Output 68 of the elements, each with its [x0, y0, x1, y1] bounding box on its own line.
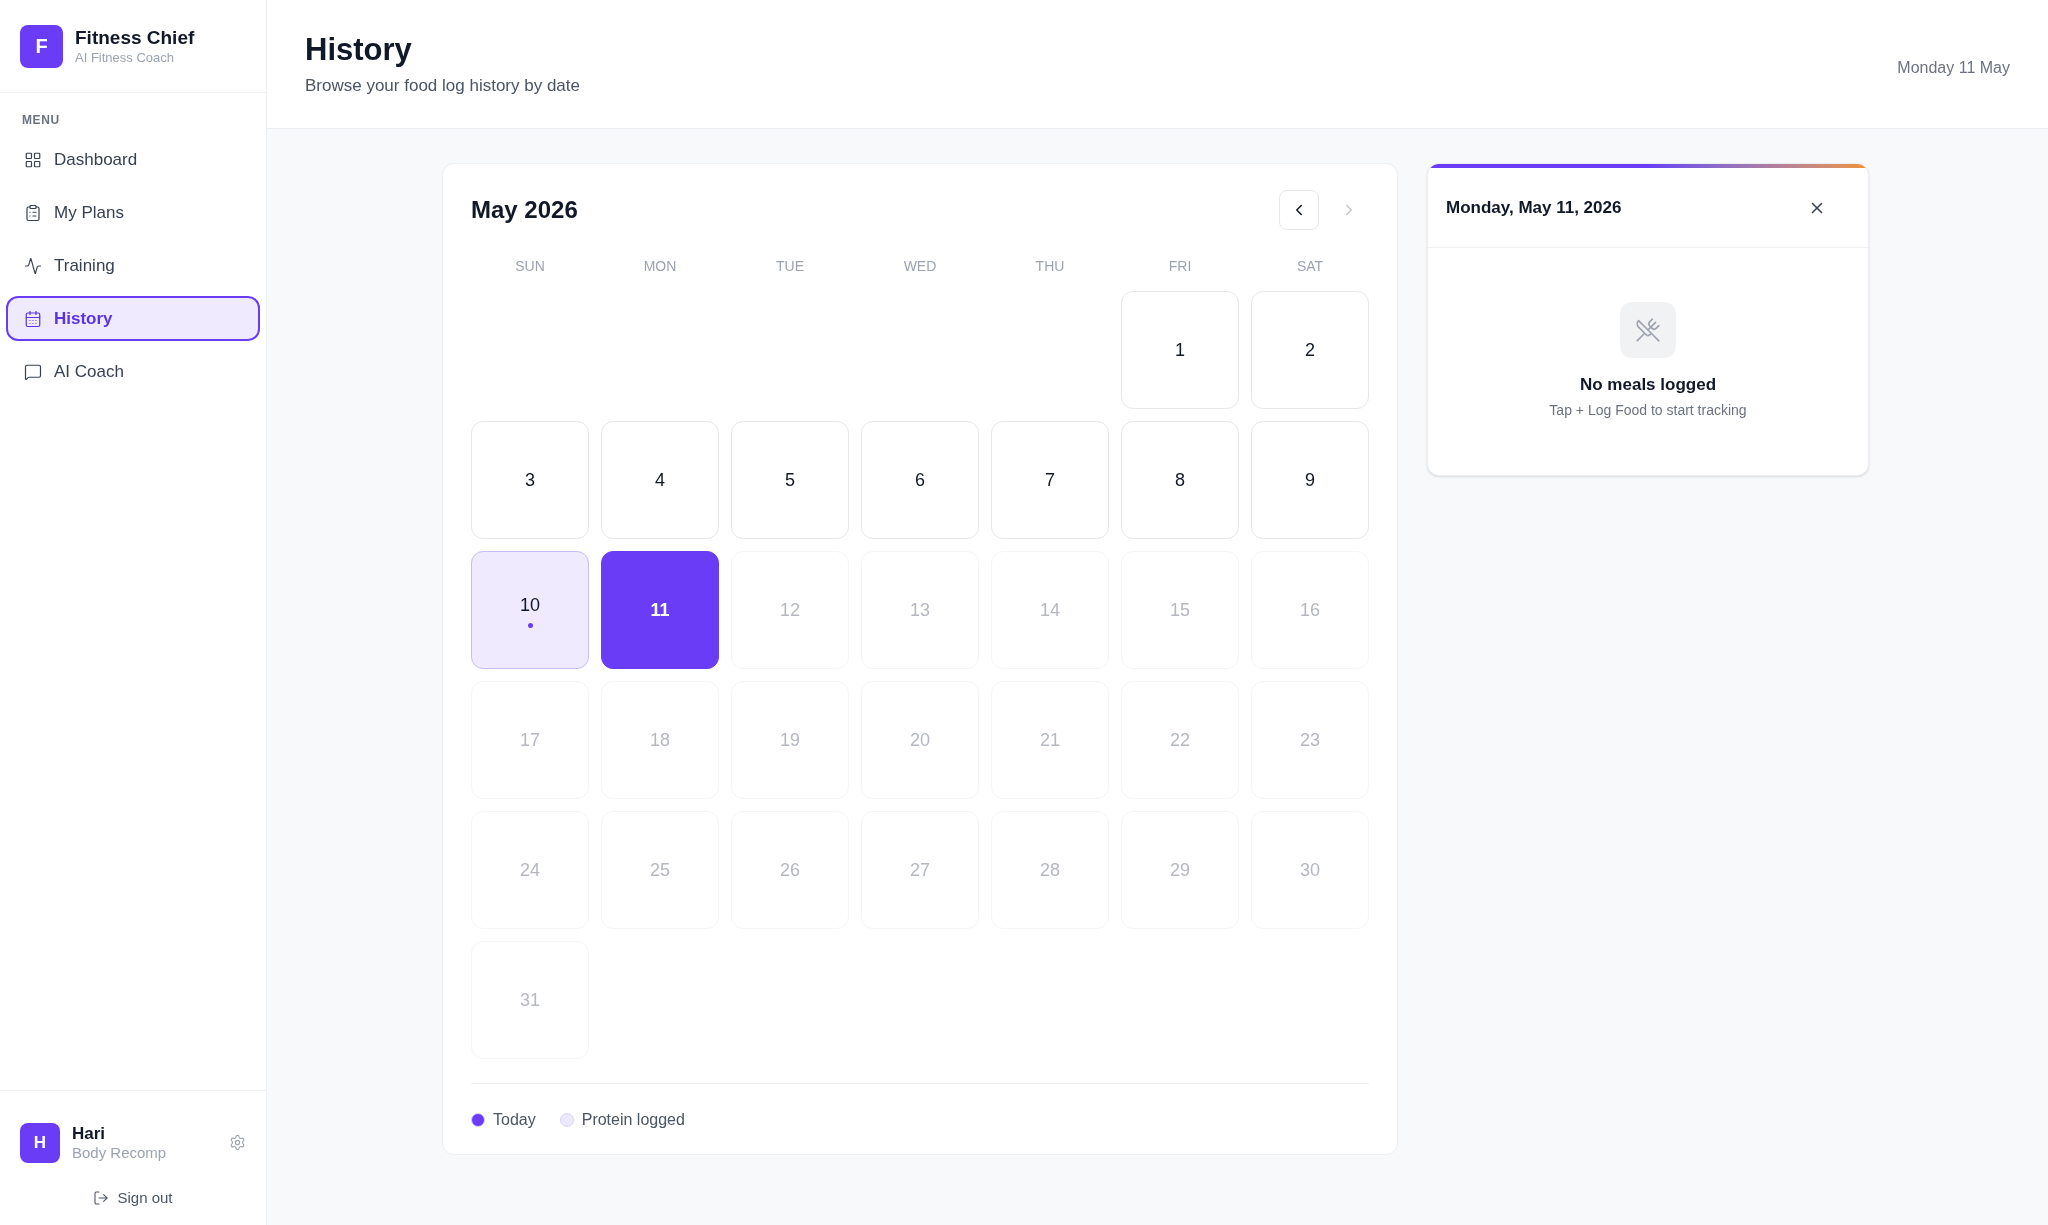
calendar-day[interactable]: 24	[471, 811, 589, 929]
calendar-day[interactable]: 18	[601, 681, 719, 799]
menu-heading: MENU	[21, 112, 61, 129]
calendar-day[interactable]: 12	[731, 551, 849, 669]
pulse-icon	[24, 256, 42, 275]
legend-label: Protein logged	[581, 1110, 685, 1130]
user-name: Hari	[72, 1122, 107, 1144]
calendar-day[interactable]: 30	[1251, 811, 1369, 929]
sign-out-link[interactable]: Sign out	[93, 1186, 173, 1209]
user-avatar: H	[20, 1122, 60, 1163]
brand-tagline: AI Fitness Coach	[75, 49, 175, 66]
calendar-day[interactable]: 17	[471, 681, 589, 799]
legend-label: Today	[493, 1110, 536, 1130]
calendar-day[interactable]: 28	[991, 811, 1109, 929]
detail-date: Monday, May 11, 2026	[1446, 196, 1622, 219]
calendar-day[interactable]: 7	[991, 421, 1109, 539]
calendar-day[interactable]: 1	[1121, 291, 1239, 409]
calendar-day[interactable]: 23	[1251, 681, 1369, 799]
calendar-day[interactable]: 8	[1121, 421, 1239, 539]
calendar-day[interactable]: 31	[471, 941, 589, 1059]
calendar-day[interactable]: 22	[1121, 681, 1239, 799]
calendar-day[interactable]: 3	[471, 421, 589, 539]
weekday-label: SUN	[514, 257, 546, 276]
sidebar-item[interactable]: Training	[6, 243, 260, 288]
calendar-day[interactable]: 2	[1251, 291, 1369, 409]
weekday-label: SAT	[1295, 257, 1325, 276]
calendar-day[interactable]: 25	[601, 811, 719, 929]
sidebar-item[interactable]: History	[6, 296, 260, 341]
calendar-day[interactable]: 5	[731, 421, 849, 539]
weekday-label: TUE	[775, 257, 805, 276]
calendar-day[interactable]: 29	[1121, 811, 1239, 929]
empty-hint: Tap + Log Food to start tracking	[1549, 400, 1747, 420]
calendar-day[interactable]: 15	[1121, 551, 1239, 669]
weekday-label: MON	[642, 257, 678, 276]
current-date: Monday 11 May	[1897, 58, 2010, 78]
calendar-day[interactable]: 4	[601, 421, 719, 539]
calendar-day[interactable]: 14	[991, 551, 1109, 669]
calendar-day[interactable]: 16	[1251, 551, 1369, 669]
calendar-day[interactable]: 9	[1251, 421, 1369, 539]
no-meals-icon	[1620, 302, 1676, 358]
weekday-label: FRI	[1167, 257, 1193, 276]
sidebar-item[interactable]: My Plans	[6, 190, 260, 235]
calendar-day[interactable]: 20	[861, 681, 979, 799]
chat-icon	[24, 362, 42, 381]
calendar-day[interactable]: 19	[731, 681, 849, 799]
grid-icon	[24, 150, 42, 169]
month-title: May 2026	[471, 195, 578, 225]
calendar-day[interactable]: 13	[861, 551, 979, 669]
calendar-day[interactable]: 26	[731, 811, 849, 929]
brand-name: Fitness Chief	[75, 26, 195, 50]
sidebar-item[interactable]: AI Coach	[6, 349, 260, 394]
calendar-day[interactable]: 27	[861, 811, 979, 929]
calendar-day[interactable]: 21	[991, 681, 1109, 799]
sign-out-icon	[93, 1189, 110, 1206]
weekday-label: WED	[902, 257, 938, 276]
calendar-icon	[24, 309, 42, 328]
page-subtitle: Browse your food log history by date	[305, 75, 580, 97]
user-plan: Body Recomp	[72, 1143, 168, 1163]
brand-logo: F	[20, 24, 63, 68]
calendar-day[interactable]: 10	[471, 551, 589, 669]
weekday-label: THU	[1034, 257, 1066, 276]
settings-icon[interactable]	[229, 1134, 246, 1151]
empty-title: No meals logged	[1580, 374, 1716, 396]
page-title: History	[305, 34, 413, 65]
calendar-day[interactable]: 6	[861, 421, 979, 539]
clipboard-icon	[24, 203, 42, 222]
sidebar-item[interactable]: Dashboard	[6, 137, 260, 182]
calendar-day[interactable]: 11	[601, 551, 719, 669]
